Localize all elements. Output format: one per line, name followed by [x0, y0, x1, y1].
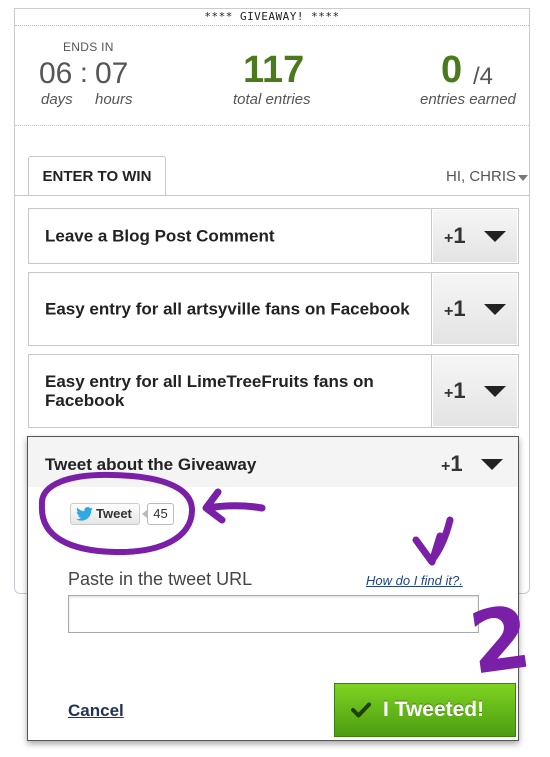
entry-expand-button[interactable]: +1: [431, 209, 518, 263]
chevron-down-icon: [484, 231, 506, 242]
giveaway-banner: **** GIVEAWAY! ****: [15, 9, 529, 26]
entries-earned-max: /4: [473, 63, 494, 90]
entry-option[interactable]: Easy entry for all LimeTreeFruits fans o…: [28, 354, 519, 428]
tweet-entry-title: Tweet about the Giveaway: [45, 455, 257, 474]
entries-earned-value: 0: [441, 49, 463, 91]
user-menu[interactable]: HI, CHRIS: [446, 168, 516, 185]
tab-divider: [14, 195, 530, 196]
help-link[interactable]: How do I find it?.: [366, 573, 463, 588]
entry-option[interactable]: Easy entry for all artsyville fans on Fa…: [28, 272, 519, 346]
chevron-down-icon[interactable]: [518, 175, 528, 181]
total-entries: 117 total entries 0 /4 entries earned: [15, 27, 531, 123]
entry-expand-button[interactable]: +1: [431, 273, 518, 345]
checkmark-icon: [351, 702, 371, 718]
chevron-down-icon: [484, 386, 506, 397]
entry-expand-button[interactable]: +1: [431, 355, 518, 427]
entry-points: +1: [444, 296, 466, 321]
tweet-button-label: Tweet: [96, 506, 132, 521]
i-tweeted-label: I Tweeted!: [383, 698, 485, 721]
total-entries-label: total entries: [233, 91, 311, 108]
entry-title: Easy entry for all artsyville fans on Fa…: [45, 299, 410, 319]
total-entries-value: 117: [243, 49, 305, 91]
tweet-count-badge: 45: [142, 503, 174, 525]
tab-enter-to-win[interactable]: ENTER TO WIN: [28, 156, 166, 196]
entry-points: +1: [441, 451, 463, 476]
cancel-link[interactable]: Cancel: [68, 701, 124, 721]
tweet-button[interactable]: Tweet: [70, 503, 140, 525]
tweet-entry-header[interactable]: Tweet about the Giveaway +1: [28, 437, 518, 487]
entry-option[interactable]: Leave a Blog Post Comment +1: [28, 208, 519, 264]
i-tweeted-button[interactable]: I Tweeted!: [334, 683, 516, 737]
tweet-url-input[interactable]: [68, 595, 479, 633]
entry-title: Leave a Blog Post Comment: [45, 226, 275, 246]
twitter-bird-icon: [76, 507, 93, 521]
tweet-url-label: Paste in the tweet URL: [68, 569, 253, 589]
chevron-down-icon: [484, 304, 506, 315]
stats-row: ENDS IN 06 : 07 days hours 117 total ent…: [15, 27, 529, 123]
chevron-down-icon[interactable]: [481, 459, 503, 470]
entry-points: +1: [444, 223, 466, 248]
stats-divider: [15, 125, 529, 126]
entry-points: +1: [444, 378, 466, 403]
entries-earned-label: entries earned: [420, 91, 516, 108]
entry-title: Easy entry for all LimeTreeFruits fans o…: [45, 372, 374, 410]
tweet-entry-panel: Tweet about the Giveaway +1 Tweet 45 Pas…: [27, 436, 519, 741]
